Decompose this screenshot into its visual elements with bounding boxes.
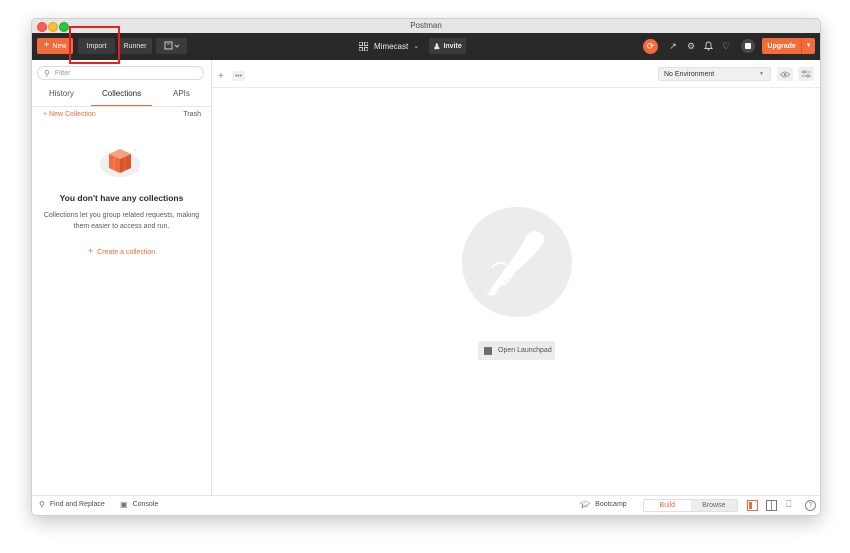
upgrade-button-label: Upgrade bbox=[767, 42, 796, 50]
columns-layout-icon[interactable] bbox=[766, 500, 777, 511]
chevron-down-icon: ⌄ bbox=[413, 43, 420, 50]
postman-window: Postman + New Import Runner Mimecast ⌄ ♟… bbox=[31, 18, 821, 516]
workspace-switcher[interactable]: Mimecast ⌄ bbox=[359, 38, 419, 54]
title-bar: Postman bbox=[32, 19, 820, 34]
new-collection-label: New Collection bbox=[49, 111, 96, 118]
bootcamp-label: Bootcamp bbox=[595, 501, 627, 508]
import-highlight-annotation bbox=[69, 26, 120, 64]
bell-shape bbox=[703, 41, 713, 51]
trash-link[interactable]: Trash bbox=[183, 111, 201, 118]
add-tab-icon[interactable]: + bbox=[218, 71, 224, 82]
bootcamp-button[interactable]: 🎓︎ Bootcamp bbox=[580, 500, 627, 509]
main-area: + ••• No Environment ▼ Open Launchpad bbox=[212, 60, 820, 495]
keyboard-shortcuts-icon[interactable]: ⎕ bbox=[786, 499, 797, 510]
new-collection-link[interactable]: + New Collection bbox=[43, 111, 96, 118]
create-collection-link[interactable]: + Create a collection bbox=[32, 246, 211, 256]
caret-down-icon: ▼ bbox=[759, 71, 764, 77]
sync-icon[interactable]: ⟳ bbox=[643, 39, 658, 54]
eye-icon bbox=[780, 71, 790, 77]
environment-select[interactable]: No Environment ▼ bbox=[658, 67, 771, 81]
search-icon: ⚲ bbox=[44, 68, 50, 78]
console-button[interactable]: ▣ Console bbox=[120, 500, 158, 509]
manage-environments-button[interactable] bbox=[798, 67, 814, 81]
header-toolbar: + New Import Runner Mimecast ⌄ ♟ Invite bbox=[32, 33, 820, 60]
new-window-icon bbox=[164, 41, 179, 50]
new-button[interactable]: + New bbox=[37, 38, 73, 54]
add-user-icon: ♟ bbox=[433, 41, 441, 51]
filter-field[interactable]: ⚲ bbox=[37, 66, 204, 80]
plus-icon: + bbox=[87, 246, 94, 256]
new-window-button[interactable] bbox=[156, 38, 187, 54]
postman-logo bbox=[462, 207, 572, 317]
caret-down-icon[interactable]: ▼ bbox=[801, 38, 815, 54]
postman-astronaut-icon bbox=[486, 231, 545, 297]
invite-button-label: Invite bbox=[443, 42, 462, 50]
tab-apis[interactable]: APIs bbox=[173, 89, 190, 98]
plus-icon: + bbox=[43, 40, 50, 51]
new-button-label: New bbox=[52, 42, 67, 50]
heart-icon[interactable]: ♡ bbox=[720, 40, 732, 52]
workspace-name: Mimecast bbox=[374, 41, 409, 51]
request-tab-bar: + ••• No Environment ▼ bbox=[212, 60, 820, 88]
environment-quick-look-button[interactable] bbox=[777, 67, 793, 81]
sidebar: ⚲ History Collections APIs + New Collect… bbox=[32, 60, 212, 495]
status-bar: ⚲ Find and Replace ▣ Console 🎓︎ Bootcamp… bbox=[32, 495, 820, 515]
build-mode-button[interactable]: Build bbox=[644, 500, 691, 511]
find-and-replace-label: Find and Replace bbox=[49, 501, 105, 508]
sidebar-tabs: History Collections APIs bbox=[32, 86, 211, 107]
search-icon: ⚲ bbox=[39, 500, 45, 509]
satellite-icon[interactable]: ↗ bbox=[667, 40, 679, 52]
find-and-replace-button[interactable]: ⚲ Find and Replace bbox=[39, 500, 105, 509]
empty-state-title: You don't have any collections bbox=[59, 193, 184, 203]
runner-button[interactable]: Runner bbox=[118, 38, 152, 54]
avatar[interactable] bbox=[741, 39, 755, 53]
two-pane-view-icon[interactable] bbox=[747, 500, 758, 511]
environment-value: No Environment bbox=[664, 70, 715, 78]
settings-icon[interactable]: ⚙ bbox=[685, 40, 697, 52]
create-collection-label: Create a collection bbox=[97, 249, 156, 256]
graduation-cap-icon: 🎓︎ bbox=[580, 500, 591, 509]
empty-state-description: Collections let you group related reques… bbox=[43, 212, 200, 230]
filter-input[interactable] bbox=[54, 69, 175, 77]
collection-box-illustration bbox=[100, 149, 140, 177]
bell-icon[interactable] bbox=[702, 40, 714, 52]
more-tabs-icon[interactable]: ••• bbox=[232, 71, 245, 81]
launchpad-icon bbox=[484, 346, 492, 355]
columns-shape bbox=[771, 501, 772, 510]
divider bbox=[32, 106, 211, 107]
open-launchpad-label: Open Launchpad bbox=[498, 347, 552, 354]
console-icon: ▣ bbox=[120, 500, 128, 509]
invite-button[interactable]: ♟ Invite bbox=[429, 38, 466, 54]
browse-mode-button[interactable]: Browse bbox=[690, 500, 737, 511]
tab-history[interactable]: History bbox=[49, 89, 74, 98]
window-title: Postman bbox=[410, 21, 442, 30]
tab-collections[interactable]: Collections bbox=[102, 89, 141, 98]
grid-icon bbox=[359, 41, 368, 51]
upgrade-button[interactable]: Upgrade ▼ bbox=[762, 38, 815, 54]
build-browse-toggle: Build Browse bbox=[643, 499, 738, 512]
open-launchpad-button[interactable]: Open Launchpad bbox=[478, 341, 555, 360]
console-label: Console bbox=[132, 501, 159, 508]
help-icon[interactable]: ? bbox=[805, 500, 816, 511]
sliders-icon bbox=[801, 70, 811, 78]
